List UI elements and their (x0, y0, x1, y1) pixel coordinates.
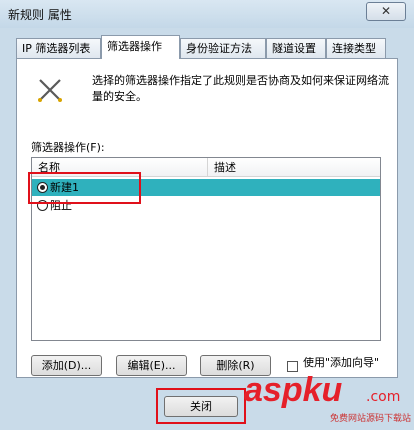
close-window-button[interactable]: ✕ (366, 2, 406, 21)
tab-tunnel-settings[interactable]: 隧道设置 (266, 38, 326, 58)
filter-action-icon (38, 79, 62, 102)
watermark-text: aspku (244, 371, 343, 409)
title-bar: 新规则 属性 ✕ (0, 0, 414, 28)
column-header-description[interactable]: 描述 (208, 158, 380, 177)
tab-panel: 选择的筛选器操作指定了此规则是否协商及如何来保证网络流量的安全。 筛选器操作(F… (16, 58, 398, 378)
tab-filter-action[interactable]: 筛选器操作 (101, 35, 180, 59)
description-text: 选择的筛选器操作指定了此规则是否协商及如何来保证网络流量的安全。 (92, 74, 389, 103)
watermark-suffix: .com (366, 389, 401, 405)
highlight-box-selected-row (28, 172, 141, 204)
watermark-logo: aspku .com 免费网站源码下载站 (244, 371, 412, 429)
tab-connection-type[interactable]: 连接类型 (326, 38, 386, 58)
highlight-box-close-button (156, 388, 246, 424)
filter-actions-label: 筛选器操作(F): (31, 141, 105, 154)
watermark-subtitle: 免费网站源码下载站 (330, 414, 412, 424)
edit-button[interactable]: 编辑(E)... (116, 355, 187, 376)
use-wizard-label: 使用"添加向导" (303, 356, 380, 369)
tab-ip-filter-list[interactable]: IP 筛选器列表 (16, 38, 101, 58)
add-button[interactable]: 添加(D)... (31, 355, 102, 376)
tab-authentication-methods[interactable]: 身份验证方法 (180, 38, 266, 58)
window-title: 新规则 属性 (8, 8, 72, 22)
properties-dialog: 新规则 属性 ✕ IP 筛选器列表 筛选器操作 身份验证方法 隧道设置 连接类型… (0, 0, 414, 430)
